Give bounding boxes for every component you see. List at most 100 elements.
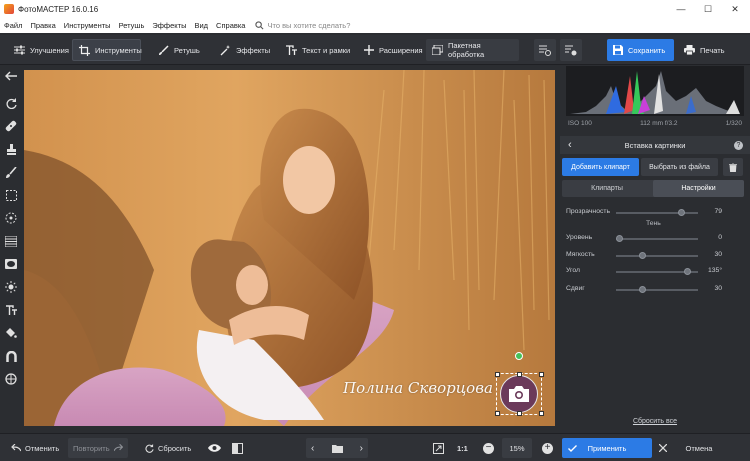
resize-handle[interactable] [539, 372, 544, 377]
prev-photo-icon[interactable]: ‹ [311, 443, 314, 454]
back-chevron-icon[interactable]: ‹ [568, 139, 572, 151]
undo-icon [11, 444, 21, 452]
trash-icon [729, 162, 737, 172]
reset-button[interactable]: Сбросить [140, 438, 196, 458]
slider-knob[interactable] [677, 209, 685, 216]
param-slider[interactable] [616, 289, 698, 291]
compare-icon [232, 442, 243, 454]
cancel-button[interactable]: Отмена [655, 438, 743, 458]
tab-tools[interactable]: Инструменты [72, 39, 142, 61]
batch-processing-button[interactable]: Пакетная обработка [426, 39, 519, 61]
camera-icon [509, 386, 529, 402]
save-button[interactable]: Сохранить [607, 39, 674, 61]
zoom-out-button[interactable]: − [478, 438, 499, 458]
zoom-in-button[interactable]: + [537, 438, 558, 458]
menu-retouch[interactable]: Ретушь [115, 21, 149, 30]
tab-enhancements[interactable]: Улучшения [8, 39, 75, 61]
maximize-button[interactable]: ☐ [695, 0, 721, 18]
menu-effects[interactable]: Эффекты [148, 21, 190, 30]
iso-value: ISO 100 [568, 119, 592, 127]
history-list-icon [539, 45, 551, 56]
command-search[interactable]: Что вы хотите сделать? [255, 21, 350, 30]
text-tool-icon[interactable] [4, 303, 18, 317]
crop-icon [79, 44, 90, 56]
slider-knob[interactable] [639, 252, 647, 259]
fill-bucket-icon[interactable] [4, 326, 18, 340]
bandage-icon[interactable] [4, 119, 18, 133]
resize-handle[interactable] [539, 411, 544, 416]
magnet-icon[interactable] [4, 349, 18, 363]
menu-help[interactable]: Справка [212, 21, 249, 30]
menu-tools[interactable]: Инструменты [60, 21, 115, 30]
fit-screen-button[interactable] [428, 438, 449, 458]
brush-tool-icon[interactable] [4, 165, 18, 179]
tab-cliparts[interactable]: Клипарты [562, 180, 652, 197]
tab-retouch[interactable]: Ретушь [152, 39, 206, 61]
rotate-icon[interactable] [4, 96, 18, 110]
tab-settings[interactable]: Настройки [653, 180, 744, 197]
back-arrow-icon[interactable] [4, 69, 18, 83]
light-icon[interactable] [4, 280, 18, 294]
param-value: 79 [714, 208, 722, 215]
title-bar: ФотоМАСТЕР 16.0.16 — ☐ ✕ [0, 0, 750, 18]
add-clipart-button[interactable]: Добавить клипарт [562, 158, 639, 176]
vignette-icon[interactable] [4, 257, 18, 271]
param-row: Мягкость 30 [566, 249, 744, 261]
history-button[interactable] [534, 39, 556, 61]
presets-button[interactable] [560, 39, 582, 61]
actual-size-button[interactable]: 1:1 [452, 438, 473, 458]
selection-icon[interactable] [4, 188, 18, 202]
print-button[interactable]: Печать [678, 39, 742, 61]
tab-label: Инструменты [95, 45, 142, 55]
reset-all-link[interactable]: Сбросить все [560, 418, 750, 425]
slider-knob[interactable] [616, 235, 623, 242]
param-row: Угол 135° [566, 265, 744, 277]
resize-handle[interactable] [495, 372, 500, 377]
plus-icon [364, 45, 374, 55]
tab-text-frames[interactable]: Текст и рамки [280, 39, 356, 61]
redo-label: Повторить [73, 443, 110, 453]
reset-icon [145, 443, 154, 453]
preview-eye-button[interactable] [203, 438, 226, 458]
cancel-label: Отмена [685, 443, 713, 453]
photo-canvas[interactable]: Полина Скворцова [24, 70, 555, 426]
undo-button[interactable]: Отменить [6, 438, 64, 458]
floppy-disk-icon [613, 45, 623, 55]
param-slider[interactable] [616, 255, 698, 257]
slider-knob[interactable] [683, 268, 691, 275]
minimize-button[interactable]: — [668, 0, 694, 18]
help-icon[interactable]: ? [734, 140, 743, 150]
param-row: Сдвиг 30 [566, 283, 744, 295]
slider-knob[interactable] [639, 286, 647, 293]
param-slider[interactable] [616, 238, 698, 240]
menu-file[interactable]: Файл [0, 21, 26, 30]
stamp-icon[interactable] [4, 142, 18, 156]
resize-handle[interactable] [495, 411, 500, 416]
param-slider[interactable] [616, 212, 698, 214]
resize-handle[interactable] [517, 411, 522, 416]
param-value: 0 [718, 234, 722, 241]
rotate-handle[interactable] [515, 352, 523, 360]
delete-button[interactable] [723, 158, 743, 176]
tab-effects[interactable]: Эффекты [214, 39, 276, 61]
redo-button[interactable]: Повторить [68, 438, 128, 458]
next-photo-icon[interactable]: › [360, 443, 363, 454]
tab-label: Ретушь [174, 45, 200, 55]
panel-tabs: Клипарты Настройки [562, 180, 744, 197]
choose-file-button[interactable]: Выбрать из файла [641, 158, 718, 176]
apply-button[interactable]: Применить [562, 438, 652, 458]
resize-handle[interactable] [517, 372, 522, 377]
menu-edit[interactable]: Правка [26, 21, 59, 30]
close-window-button[interactable]: ✕ [722, 0, 748, 18]
apply-label: Применить [587, 443, 627, 453]
radial-filter-icon[interactable] [4, 211, 18, 225]
zoom-level[interactable]: 15% [502, 438, 532, 458]
menu-view[interactable]: Вид [190, 21, 212, 30]
mask-icon[interactable] [4, 372, 18, 386]
folder-icon[interactable] [331, 444, 343, 453]
compare-button[interactable] [227, 438, 248, 458]
gradient-filter-icon[interactable] [4, 234, 18, 248]
tab-extensions[interactable]: Расширения [358, 39, 429, 61]
tab-label: Текст и рамки [302, 45, 351, 55]
camera-clipart[interactable] [500, 375, 538, 413]
